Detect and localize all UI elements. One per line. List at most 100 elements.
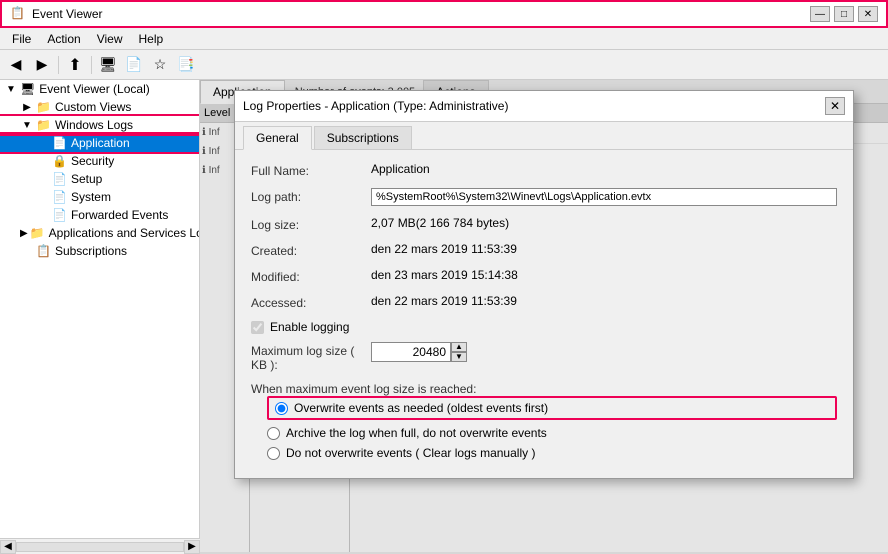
expand-icon: ▼ <box>4 82 18 96</box>
radio-overwrite-label: Overwrite events as needed (oldest event… <box>294 401 548 415</box>
tree-item-windows-logs[interactable]: ▼ 📁 Windows Logs <box>0 116 199 134</box>
log-properties-dialog: Log Properties - Application (Type: Admi… <box>234 90 854 479</box>
radio-no-overwrite-row: Do not overwrite events ( Clear logs man… <box>267 446 837 460</box>
modal-tab-general[interactable]: General <box>243 126 312 150</box>
custom-views-icon: 📁 <box>36 100 51 114</box>
system-icon: 📄 <box>52 190 67 204</box>
log-path-input[interactable] <box>371 188 837 206</box>
radio-archive-row: Archive the log when full, do not overwr… <box>267 426 837 440</box>
forwarded-expand <box>36 208 50 222</box>
toolbar: ◀ ▶ ⬆ 🖥 📄 ☆ 📑 <box>0 50 888 80</box>
minimize-button[interactable]: — <box>810 6 830 22</box>
app-services-icon: 📁 <box>30 226 45 240</box>
max-log-size-label: Maximum log size ( KB ): <box>251 342 371 372</box>
modal-body: Full Name: Application Log path: Log siz… <box>235 150 853 478</box>
when-full-label: When maximum event log size is reached: <box>251 382 476 396</box>
created-value: den 22 mars 2019 11:53:39 <box>371 242 837 256</box>
menu-action[interactable]: Action <box>39 30 88 48</box>
tree-item-system[interactable]: 📄 System <box>0 188 199 206</box>
spin-down-button[interactable]: ▼ <box>451 352 467 362</box>
radio-archive-label: Archive the log when full, do not overwr… <box>286 426 547 440</box>
title-bar-text: Event Viewer <box>32 7 810 21</box>
modal-tab-subscriptions[interactable]: Subscriptions <box>314 126 412 149</box>
app-services-expand: ▶ <box>20 226 28 240</box>
main-layout: ▼ 🖥 Event Viewer (Local) ▶ 📁 Custom View… <box>0 80 888 554</box>
menu-help[interactable]: Help <box>131 30 172 48</box>
spin-up-button[interactable]: ▲ <box>451 342 467 352</box>
back-button[interactable]: ◀ <box>4 54 28 76</box>
enable-logging-label: Enable logging <box>270 320 349 334</box>
subscriptions-icon: 📋 <box>36 244 51 258</box>
forwarded-icon: 📄 <box>52 208 67 222</box>
tree-item-application[interactable]: 📄 Application <box>0 134 199 152</box>
scroll-left-btn[interactable]: ◀ <box>0 540 16 554</box>
tree-item-app-services[interactable]: ▶ 📁 Applications and Services Lo <box>0 224 199 242</box>
tree-item-forwarded-events[interactable]: 📄 Forwarded Events <box>0 206 199 224</box>
title-bar: 📋 Event Viewer — □ ✕ <box>0 0 888 28</box>
tree-item-security[interactable]: 🔒 Security <box>0 152 199 170</box>
left-scrollbar: ◀ ▶ <box>0 538 200 554</box>
application-label: Application <box>71 136 130 150</box>
system-label: System <box>71 190 111 204</box>
tree-item-setup[interactable]: 📄 Setup <box>0 170 199 188</box>
modal-title-bar: Log Properties - Application (Type: Admi… <box>235 91 853 122</box>
tree-item-subscriptions[interactable]: 📋 Subscriptions <box>0 242 199 260</box>
menu-file[interactable]: File <box>4 30 39 48</box>
properties-button[interactable]: 📄 <box>122 54 146 76</box>
close-button[interactable]: ✕ <box>858 6 878 22</box>
log-size-label: Log size: <box>251 216 371 232</box>
export-button[interactable]: 📑 <box>174 54 198 76</box>
log-size-value: 2,07 MB(2 166 784 bytes) <box>371 216 837 230</box>
windows-logs-label: Windows Logs <box>55 118 133 132</box>
maximize-button[interactable]: □ <box>834 6 854 22</box>
full-name-row: Full Name: Application <box>251 162 837 178</box>
modified-value: den 23 mars 2019 15:14:38 <box>371 268 837 282</box>
log-path-row: Log path: <box>251 188 837 206</box>
app-icon: 📋 <box>10 6 26 22</box>
scroll-right-btn[interactable]: ▶ <box>184 540 200 554</box>
enable-logging-row: Enable logging <box>251 320 837 334</box>
setup-icon: 📄 <box>52 172 67 186</box>
modified-label: Modified: <box>251 268 371 284</box>
security-expand <box>36 154 50 168</box>
show-hide-button[interactable]: 🖥 <box>96 54 120 76</box>
application-icon: 📄 <box>52 136 67 150</box>
max-log-size-input-group: ▲ ▼ <box>371 342 467 362</box>
radio-archive[interactable] <box>267 427 280 440</box>
app-services-label: Applications and Services Lo <box>49 226 199 240</box>
custom-views-expand: ▶ <box>20 100 34 114</box>
radio-no-overwrite[interactable] <box>267 447 280 460</box>
created-row: Created: den 22 mars 2019 11:53:39 <box>251 242 837 258</box>
forwarded-label: Forwarded Events <box>71 208 168 222</box>
tree-item-custom-views[interactable]: ▶ 📁 Custom Views <box>0 98 199 116</box>
max-log-size-row: Maximum log size ( KB ): ▲ ▼ <box>251 342 837 372</box>
menu-view[interactable]: View <box>89 30 131 48</box>
menu-bar: File Action View Help <box>0 28 888 50</box>
title-bar-controls: — □ ✕ <box>810 6 878 22</box>
h-scroll-track[interactable] <box>16 542 184 552</box>
enable-logging-checkbox[interactable] <box>251 321 264 334</box>
up-button[interactable]: ⬆ <box>63 54 87 76</box>
spin-buttons: ▲ ▼ <box>451 342 467 362</box>
setup-expand <box>36 172 50 186</box>
radio-group: Overwrite events as needed (oldest event… <box>267 396 837 460</box>
windows-logs-icon: 📁 <box>36 118 51 132</box>
radio-overwrite[interactable] <box>275 402 288 415</box>
modal-close-button[interactable]: ✕ <box>825 97 845 115</box>
modified-row: Modified: den 23 mars 2019 15:14:38 <box>251 268 837 284</box>
radio-overwrite-row: Overwrite events as needed (oldest event… <box>267 396 837 420</box>
tree-root[interactable]: ▼ 🖥 Event Viewer (Local) <box>0 80 199 98</box>
system-expand <box>36 190 50 204</box>
forward-button[interactable]: ▶ <box>30 54 54 76</box>
log-path-label: Log path: <box>251 188 371 204</box>
security-label: Security <box>71 154 114 168</box>
accessed-label: Accessed: <box>251 294 371 310</box>
application-expand <box>36 136 50 150</box>
log-size-row: Log size: 2,07 MB(2 166 784 bytes) <box>251 216 837 232</box>
help-button[interactable]: ☆ <box>148 54 172 76</box>
security-icon: 🔒 <box>52 154 67 168</box>
radio-no-overwrite-label: Do not overwrite events ( Clear logs man… <box>286 446 535 460</box>
max-log-size-input[interactable] <box>371 342 451 362</box>
toolbar-separator-1 <box>58 56 59 74</box>
full-name-label: Full Name: <box>251 162 371 178</box>
